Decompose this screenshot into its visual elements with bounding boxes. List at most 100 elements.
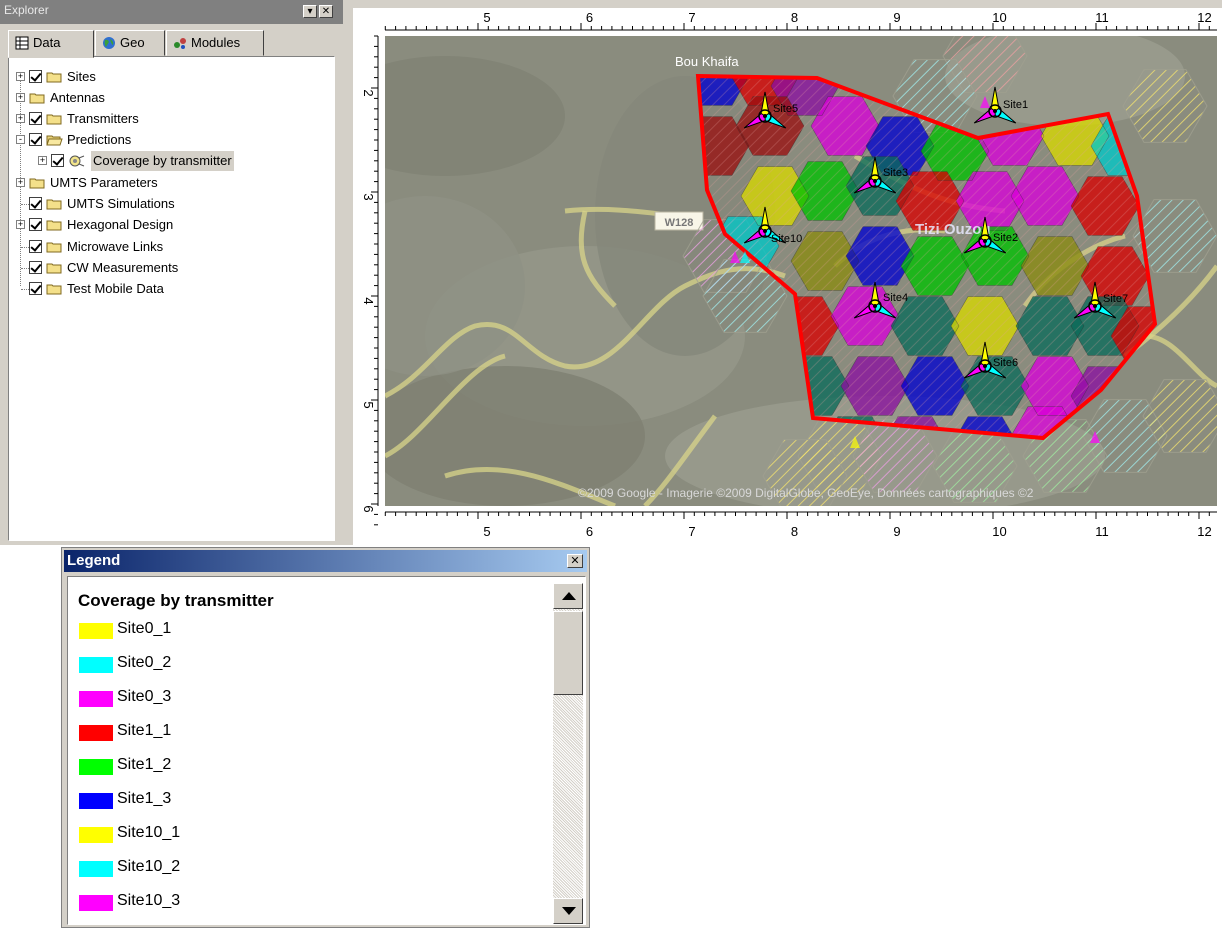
- legend-item-label: Site10_2: [117, 858, 181, 875]
- site-label: Site1: [1003, 99, 1028, 111]
- expand-icon[interactable]: +: [16, 93, 25, 102]
- site-center: [1093, 304, 1097, 308]
- tree-item-label: UMTS Simulations: [67, 196, 175, 211]
- legend-titlebar: Legend ✕: [64, 550, 587, 572]
- legend-scrollbar[interactable]: [553, 583, 583, 924]
- checkbox[interactable]: [29, 261, 42, 274]
- map-canvas[interactable]: W128 Tizi Ouzou Site5 Site3 Site1 Site10 Site2…: [385, 36, 1217, 506]
- color-swatch: [79, 623, 113, 639]
- folder-icon: [46, 242, 62, 253]
- tree-item[interactable]: - Predictions: [15, 130, 315, 150]
- site-center: [873, 179, 877, 183]
- tab-geo[interactable]: Geo: [95, 30, 165, 56]
- tree-item[interactable]: Test Mobile Data: [15, 279, 315, 299]
- map-copyright: ©2009 Google - Imagerie ©2009 DigitalGlo…: [578, 486, 1034, 500]
- color-swatch: [79, 895, 113, 911]
- tree-item-label: Transmitters: [67, 111, 139, 126]
- legend-window: Legend ✕ Coverage by transmitter Site0_1…: [61, 547, 590, 928]
- site-label: Site7: [1103, 293, 1128, 305]
- tree-item[interactable]: UMTS Simulations: [15, 194, 315, 214]
- checkbox[interactable]: [29, 218, 42, 231]
- tree-item[interactable]: + Coverage by transmitter: [15, 151, 315, 171]
- folder-icon: [46, 199, 62, 210]
- road-label: W128: [665, 217, 694, 229]
- folder-icon: [29, 93, 45, 104]
- scroll-up-button[interactable]: [553, 583, 583, 609]
- tree-item-label: Predictions: [67, 132, 132, 147]
- legend-item-label: Site10_3: [117, 892, 181, 909]
- legend-item-label: Site1_3: [117, 790, 172, 807]
- tree-item-label: Microwave Links: [67, 239, 164, 254]
- tree-item[interactable]: + Antennas: [15, 88, 315, 108]
- tree-connector: [21, 289, 29, 290]
- folder-icon: [46, 72, 62, 83]
- site-center: [873, 304, 877, 308]
- legend-body: Coverage by transmitter Site0_1 Site0_2 Si…: [67, 576, 586, 925]
- site-center: [993, 109, 997, 113]
- tree-connector: [21, 268, 29, 269]
- checkbox[interactable]: [29, 133, 42, 146]
- tab-data-label: Data: [33, 35, 61, 50]
- color-swatch: [79, 861, 113, 877]
- legend-item-label: Site0_2: [117, 654, 172, 671]
- collapse-icon[interactable]: -: [16, 135, 25, 144]
- explorer-titlebar: Explorer ▾ ✕: [0, 0, 343, 24]
- globe-icon: [103, 37, 115, 49]
- explorer-close-button[interactable]: ✕: [319, 5, 333, 18]
- tree-item-label: Antennas: [50, 90, 105, 105]
- legend-close-button[interactable]: ✕: [567, 554, 583, 568]
- site-label: Site6: [993, 357, 1018, 369]
- legend-item-label: Site0_1: [117, 620, 172, 637]
- folder-icon: [46, 263, 62, 274]
- scroll-down-button[interactable]: [553, 898, 583, 924]
- color-swatch: [79, 725, 113, 741]
- town-label: Tizi Ouzou: [915, 221, 991, 238]
- site-center: [763, 114, 767, 118]
- tree-item[interactable]: + Sites: [15, 67, 315, 87]
- tree-item[interactable]: + Hexagonal Design: [15, 215, 315, 235]
- legend-item-label: Site1_2: [117, 756, 172, 773]
- legend-item-label: Site0_3: [117, 688, 172, 705]
- checkbox[interactable]: [29, 112, 42, 125]
- tree-item[interactable]: CW Measurements: [15, 258, 315, 278]
- checkbox[interactable]: [29, 240, 42, 253]
- explorer-tree: + Sites + Antennas + Transmitters - Predictions…: [8, 56, 335, 541]
- expand-icon[interactable]: +: [16, 220, 25, 229]
- color-swatch: [79, 793, 113, 809]
- coverage-map[interactable]: W128 Tizi Ouzou Site5 Site3 Site1 Site10 Site2…: [385, 36, 1217, 506]
- tree-item[interactable]: + Transmitters: [15, 109, 315, 129]
- tree-item[interactable]: Microwave Links: [15, 237, 315, 257]
- expand-icon[interactable]: +: [16, 114, 25, 123]
- checkbox[interactable]: [29, 282, 42, 295]
- color-swatch: [79, 657, 113, 673]
- legend-item-label: Site1_1: [117, 722, 172, 739]
- checkbox[interactable]: [51, 154, 64, 167]
- scrollbar-thumb[interactable]: [553, 611, 583, 695]
- folder-icon: [46, 284, 62, 295]
- legend-title: Legend: [67, 552, 121, 569]
- legend-heading: Coverage by transmitter: [78, 591, 274, 610]
- tree-item-label: UMTS Parameters: [50, 175, 158, 190]
- tree-connector: [21, 204, 29, 205]
- explorer-title: Explorer: [4, 3, 49, 17]
- prediction-icon: [69, 155, 85, 167]
- site-center: [763, 229, 767, 233]
- checkbox[interactable]: [29, 197, 42, 210]
- expand-icon[interactable]: +: [38, 156, 47, 165]
- tab-data[interactable]: Data: [8, 30, 94, 58]
- expand-icon[interactable]: +: [16, 178, 25, 187]
- site-center: [983, 239, 987, 243]
- folder-icon: [46, 220, 62, 231]
- folder-icon: [29, 178, 45, 189]
- explorer-menu-button[interactable]: ▾: [303, 5, 317, 18]
- folder-icon: [46, 114, 62, 125]
- place-label: Bou Khaifa: [675, 54, 739, 69]
- tab-modules[interactable]: Modules: [166, 30, 264, 56]
- expand-icon[interactable]: +: [16, 72, 25, 81]
- tree-item-label: Test Mobile Data: [67, 281, 164, 296]
- checkbox[interactable]: [29, 70, 42, 83]
- legend-item-label: Site10_1: [117, 824, 181, 841]
- site-label: Site2: [993, 232, 1018, 244]
- tree-item[interactable]: + UMTS Parameters: [15, 173, 315, 193]
- site-label: Site4: [883, 292, 908, 304]
